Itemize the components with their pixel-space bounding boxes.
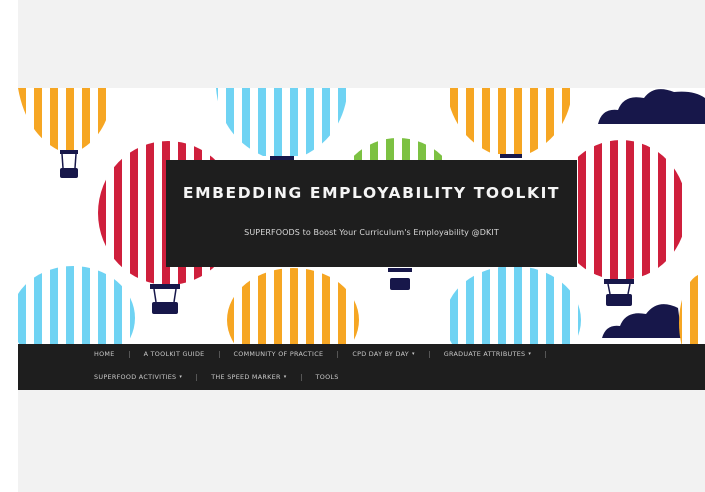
chevron-down-icon: ▾ [179, 374, 183, 380]
nav-row-1: HOME A TOOLKIT GUIDE COMMUNITY OF PRACTI… [94, 350, 560, 358]
balloon-yellow-top-left [18, 88, 113, 178]
balloon-yellow-bottom [227, 268, 359, 344]
site-title[interactable]: EMBEDDING EMPLOYABILITY TOOLKIT [166, 184, 577, 202]
nav-separator [128, 350, 130, 358]
nav-item-graduate-attributes[interactable]: GRADUATE ATTRIBUTES ▾ [444, 350, 531, 358]
nav-row-2: SUPERFOOD ACTIVITIES ▾ THE SPEED MARKER ▾ … [94, 373, 353, 381]
nav-item-toolkit-guide[interactable]: A TOOLKIT GUIDE [144, 350, 205, 358]
nav-separator [337, 350, 339, 358]
nav-separator [300, 373, 302, 381]
cloud-top-right [598, 89, 705, 124]
balloon-yellow-top-right [446, 88, 573, 158]
content-area [18, 390, 705, 492]
chevron-down-icon: ▾ [283, 374, 287, 380]
cloud-bottom-right [602, 304, 682, 338]
nav-separator [428, 350, 430, 358]
primary-navigation: HOME A TOOLKIT GUIDE COMMUNITY OF PRACTI… [18, 344, 705, 390]
nav-separator [218, 350, 220, 358]
nav-item-home[interactable]: HOME [94, 350, 115, 358]
balloon-blue-bottom-right [445, 266, 581, 344]
nav-item-speed-marker[interactable]: THE SPEED MARKER ▾ [211, 373, 286, 381]
chevron-down-icon: ▾ [528, 351, 532, 357]
nav-item-cpd-day-by-day[interactable]: CPD DAY BY DAY ▾ [352, 350, 414, 358]
balloon-blue-bottom-left [18, 266, 135, 344]
balloon-yellow-far-right [679, 273, 705, 344]
balloon-blue-top [216, 88, 348, 160]
nav-separator [196, 373, 198, 381]
nav-separator [545, 350, 547, 358]
nav-item-superfood-activities[interactable]: SUPERFOOD ACTIVITIES ▾ [94, 373, 182, 381]
site-description: SUPERFOODS to Boost Your Curriculum's Em… [244, 228, 499, 237]
chevron-down-icon: ▾ [411, 351, 415, 357]
site-branding: EMBEDDING EMPLOYABILITY TOOLKIT SUPERFOO… [166, 160, 577, 267]
nav-item-community-of-practice[interactable]: COMMUNITY OF PRACTICE [234, 350, 324, 358]
nav-item-tools[interactable]: TOOLS [316, 373, 339, 381]
